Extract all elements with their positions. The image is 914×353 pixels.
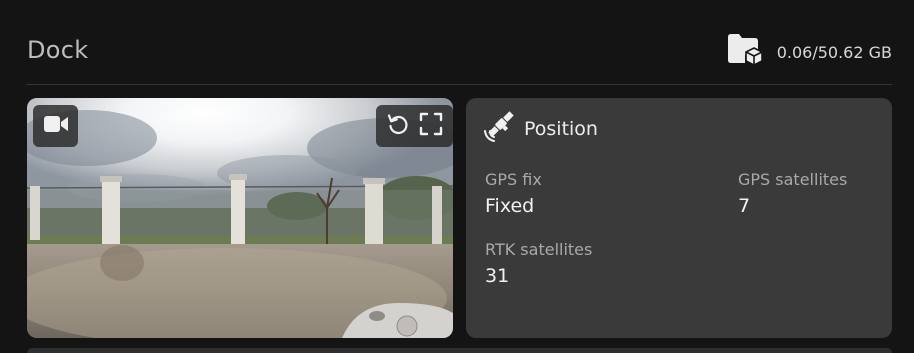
camera-toggle-button[interactable] [33,105,78,147]
next-card-edge [27,348,892,353]
position-header: Position [482,111,598,144]
satellite-icon [482,110,516,148]
camera-feed[interactable] [27,98,453,338]
gps-fix-value: Fixed [485,195,535,217]
gps-satellites-field: GPS satellites 7 [738,170,847,217]
rtk-satellites-label: RTK satellites [485,240,593,259]
position-card: Position GPS fix Fixed GPS satellites 7 … [466,98,892,338]
rtk-satellites-value: 31 [485,265,510,287]
header-divider [26,84,892,85]
page-title: Dock [27,36,89,64]
gps-fix-label: GPS fix [485,170,542,189]
position-title: Position [524,118,598,140]
refresh-button[interactable] [385,113,411,139]
folder-storage-icon [727,33,763,71]
storage-indicator: 0.06/50.62 GB [727,34,892,70]
gps-satellites-label: GPS satellites [738,170,848,189]
fullscreen-button[interactable] [418,112,444,140]
gps-fix-field: GPS fix Fixed [485,170,542,217]
video-camera-icon [43,114,69,138]
refresh-icon [386,112,410,140]
dock-header: Dock 0.06/50.62 GB [0,0,914,84]
camera-controls [376,105,453,147]
rtk-satellites-field: RTK satellites 31 [485,240,592,287]
storage-text: 0.06/50.62 GB [776,42,892,62]
gps-satellites-value: 7 [738,195,751,217]
fullscreen-icon [419,112,443,140]
